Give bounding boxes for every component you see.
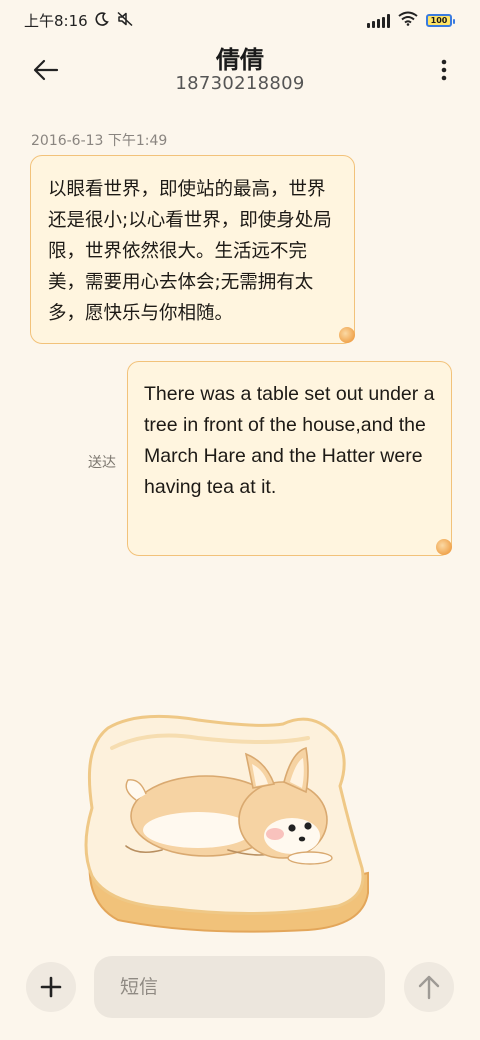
contact-name: 倩倩	[216, 46, 264, 74]
arrow-up-icon	[418, 975, 440, 1000]
mute-icon	[116, 11, 134, 31]
corgi-bread-sticker[interactable]	[78, 708, 378, 938]
message-input[interactable]	[94, 956, 385, 1018]
delivery-status: 送达	[88, 455, 116, 471]
message-text: 以眼看世界，即使站的最高，世界还是很小;以心看世界，即使身处局限，世界依然很大。…	[48, 179, 332, 324]
conversation-header: 倩倩 18730218809	[0, 40, 480, 106]
signal-icon	[367, 13, 390, 28]
corgi-bread-icon	[84, 714, 369, 933]
bubble-decoration-icon	[436, 539, 452, 555]
message-timestamp: 2016-6-13 下午1:49	[31, 133, 168, 149]
more-vertical-icon	[441, 59, 447, 81]
outgoing-message-bubble[interactable]: There was a table set out under a tree i…	[127, 361, 452, 556]
send-button[interactable]	[404, 962, 454, 1012]
battery-icon: 100	[426, 14, 455, 27]
status-left: 上午8:16	[24, 10, 134, 31]
contact-number: 18730218809	[175, 73, 305, 94]
wifi-icon	[398, 11, 418, 30]
status-time: 上午8:16	[24, 12, 88, 30]
message-text: There was a table set out under a tree i…	[144, 383, 435, 498]
status-right: 100	[367, 11, 455, 30]
bubble-decoration-icon	[339, 327, 355, 343]
sms-conversation-screen: 上午8:16 100 倩倩 18730218809 2016-6-13 下午1:…	[0, 0, 480, 1040]
plus-icon	[40, 976, 62, 998]
incoming-message-bubble[interactable]: 以眼看世界，即使站的最高，世界还是很小;以心看世界，即使身处局限，世界依然很大。…	[30, 155, 355, 344]
more-options-button[interactable]	[432, 50, 456, 90]
add-attachment-button[interactable]	[26, 962, 76, 1012]
status-bar: 上午8:16 100	[0, 0, 480, 40]
moon-icon	[94, 11, 110, 31]
